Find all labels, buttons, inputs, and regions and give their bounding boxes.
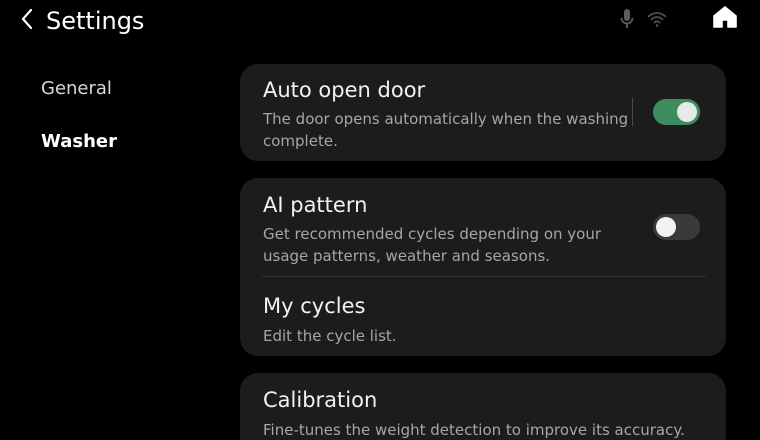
auto-open-door-description: The door opens automatically when the wa…	[263, 110, 629, 150]
calibration-card: Calibration Fine-tunes the weight detect…	[240, 373, 726, 440]
ai-pattern-title: AI pattern	[263, 193, 368, 217]
home-button[interactable]	[710, 5, 740, 33]
auto-open-door-title: Auto open door	[263, 78, 426, 102]
ai-pattern-toggle[interactable]	[653, 214, 700, 240]
calibration-title: Calibration	[263, 388, 378, 412]
page-title: Settings	[46, 7, 145, 35]
home-icon	[712, 5, 738, 33]
ai-pattern-description: Get recommended cycles depending on your…	[263, 225, 602, 265]
divider	[632, 98, 633, 126]
ai-pattern-row[interactable]: AI pattern Get recommended cycles depend…	[240, 178, 726, 276]
sidebar-item-washer[interactable]: Washer	[41, 130, 117, 154]
toggle-knob	[677, 102, 697, 122]
auto-open-door-card: Auto open door The door opens automatica…	[240, 64, 726, 161]
my-cycles-title: My cycles	[263, 294, 366, 318]
microphone-icon	[616, 8, 638, 30]
back-button[interactable]	[14, 6, 40, 36]
my-cycles-description: Edit the cycle list.	[263, 327, 397, 345]
calibration-row[interactable]: Calibration Fine-tunes the weight detect…	[240, 373, 726, 440]
auto-open-door-toggle[interactable]	[653, 99, 700, 125]
my-cycles-row[interactable]: My cycles Edit the cycle list.	[240, 277, 726, 356]
sidebar-item-general[interactable]: General	[41, 77, 112, 101]
ai-pattern-card: AI pattern Get recommended cycles depend…	[240, 178, 726, 356]
chevron-left-icon	[20, 8, 34, 34]
wifi-icon	[646, 8, 668, 30]
toggle-knob	[656, 217, 676, 237]
auto-open-door-row[interactable]: Auto open door The door opens automatica…	[240, 64, 726, 161]
calibration-description: Fine-tunes the weight detection to impro…	[263, 421, 685, 439]
